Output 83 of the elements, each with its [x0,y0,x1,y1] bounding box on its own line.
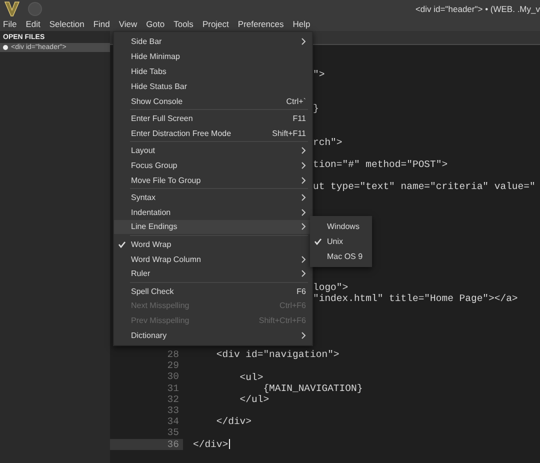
code-line: logo"> [313,282,348,294]
menu-item-label: Word Wrap [131,240,172,249]
menu-item[interactable]: Word Wrap [114,236,312,252]
menu-item-label: Layout [131,146,156,155]
code-line: rch"> [313,136,342,148]
menu-bar-item[interactable]: Selection [49,19,84,29]
code-line: ut type="text" name="criteria" value=" [313,181,536,192]
code-line: tion="#" method="POST"> [313,158,448,170]
menu-item[interactable]: Side Bar [114,34,312,49]
menu-item[interactable]: Hide Tabs [114,64,312,79]
code-line: </ul> [238,394,270,405]
menu-item-label: Windows [327,222,360,231]
menu-item-label: Hide Minimap [131,52,180,61]
menu-bar-item[interactable]: Tools [174,19,194,29]
menu-item[interactable]: Line Endings [114,220,312,234]
menu-item[interactable]: Indentation [114,204,312,220]
menu-item-label: Mac OS 9 [327,252,363,261]
line-number: 36 [110,438,183,450]
menu-bar-item[interactable]: Goto [146,19,165,29]
menu-item[interactable]: Unix [310,234,372,249]
menu-item[interactable]: Show Console Ctrl+` [114,94,312,108]
menu-item-label: Spell Check [131,286,174,296]
menu-item[interactable]: Syntax [114,190,312,205]
menu-item-label: Hide Tabs [131,66,166,76]
menu-item[interactable]: Dictionary [114,328,312,344]
code-line: </div> [193,438,230,450]
menu-item[interactable]: Hide Status Bar [114,78,312,94]
code-line: "index.html" title="Home Page"></a> [313,293,518,304]
menu-item[interactable]: Ruler [114,266,312,282]
menu-bar-item[interactable]: Preferences [238,19,284,29]
menu-item[interactable]: Enter Distraction Free Mode Shift+F11 [114,126,312,141]
line-number: 31 [166,382,180,394]
menu-item-label: Side Bar [131,36,162,46]
menu-item-label: Ruler [131,269,150,278]
window-title: <div id="header"> • (WEB. .My_v [415,4,540,14]
menu-item[interactable]: Mac OS 9 [310,249,372,264]
code-line: {MAIN_NAVIGATION} [262,382,363,394]
code-line: </div> [215,416,252,428]
menu-item[interactable]: Layout [114,142,312,158]
shortcut-label: F6 [296,286,306,296]
shortcut-label: Shift+F11 [272,128,306,138]
menu-item-label: Enter Distraction Free Mode [131,128,232,138]
line-number: 29 [166,360,180,372]
menu-item[interactable]: Move File To Group [114,172,312,188]
menu-item[interactable]: Windows [310,219,372,234]
text-cursor [229,439,230,450]
menu-item-label: Dictionary [131,331,167,340]
menu-item[interactable]: Focus Group [114,158,312,173]
menu-bar-item[interactable]: View [118,19,138,29]
menu-item-label: Move File To Group [131,176,201,185]
line-number: 34 [166,416,180,428]
menu-item-label: Word Wrap Column [131,254,201,264]
menu-item-label: Hide Status Bar [131,82,188,91]
app-logo-icon [4,0,20,16]
line-number: 30 [166,371,180,383]
menu-item-label: Indentation [131,208,171,217]
menu-item-label: Unix [327,237,344,246]
menu-item-label: Line Endings [131,222,178,232]
code-line: "> [313,69,325,80]
shortcut-label: Ctrl+` [286,96,306,106]
code-line: } [313,103,319,114]
line-number: 33 [166,405,180,416]
menu-bar-item[interactable]: File [3,19,17,29]
line-number: 32 [166,394,180,405]
menu-item-label: Show Console [131,96,183,106]
code-line: <div id="navigation"> [215,349,340,360]
menu-bar-item[interactable]: Help [292,19,310,29]
menu-bar-item[interactable]: Project [202,19,229,29]
menu-item-label: Syntax [131,192,156,202]
window-menu-button[interactable] [28,2,42,16]
shortcut-label: F11 [292,114,306,123]
line-number: 35 [166,427,180,439]
code-line: <ul> [238,372,264,383]
menu-item[interactable]: Enter Full Screen F11 [114,110,312,126]
menu-item[interactable]: Hide Minimap [114,48,312,64]
menu-item-label: Enter Full Screen [131,114,193,123]
file-dot-icon [3,45,8,50]
menu-item[interactable]: Word Wrap Column [114,252,312,266]
menu-bar-item[interactable]: Find [93,19,110,29]
menu-item-label: Focus Group [131,160,178,170]
menu-bar-item[interactable]: Edit [26,19,40,29]
menu-item[interactable]: Spell Check F6 [114,284,312,299]
line-number: 28 [166,349,180,360]
